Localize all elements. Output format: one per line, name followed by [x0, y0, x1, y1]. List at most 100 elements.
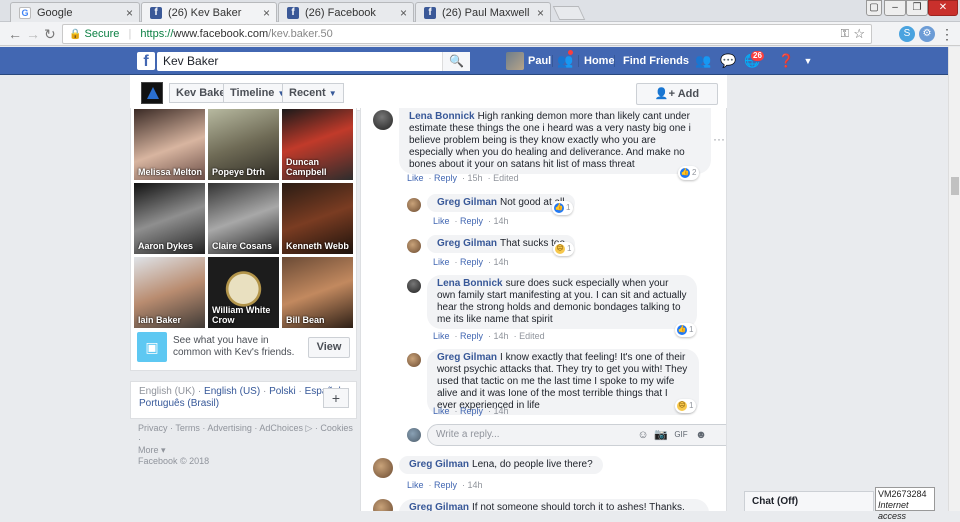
gif-icon[interactable]: GIF — [674, 428, 688, 442]
url-field[interactable]: 🔒 Secure | https://www.facebook.com/kev.… — [62, 24, 872, 44]
scrollbar-thumb[interactable] — [951, 177, 959, 195]
avatar[interactable] — [407, 239, 421, 253]
messenger-icon[interactable]: 💬 — [720, 53, 736, 69]
comment: Lena Bonnick sure does suck especially wh… — [407, 275, 717, 343]
reaction-count[interactable]: ☹ 1 — [553, 242, 575, 256]
friend-tile[interactable]: Melissa Melton — [134, 109, 205, 180]
like-reaction-icon: 👍 — [554, 202, 564, 213]
close-tab-icon[interactable]: × — [263, 3, 270, 22]
friend-tile[interactable]: Aaron Dykes — [134, 183, 205, 254]
restore-button[interactable]: ❐ — [906, 0, 928, 16]
avatar[interactable] — [407, 279, 421, 293]
chevron-down-icon[interactable]: ▼ — [800, 53, 816, 69]
friends-icon[interactable]: 👥 — [695, 53, 711, 69]
reply-link[interactable]: Reply — [460, 406, 483, 416]
avatar[interactable] — [407, 353, 421, 367]
search-icon[interactable]: 🔍 — [442, 52, 470, 71]
comment-author[interactable]: Lena Bonnick — [409, 111, 475, 122]
skype-extension-icon[interactable]: S — [899, 26, 915, 42]
reaction-count[interactable]: 👍 2 — [678, 166, 700, 180]
recent-dropdown[interactable]: Recent ▼ — [282, 83, 344, 103]
minimize-button[interactable]: – — [884, 0, 906, 16]
comment: Greg Gilman I know exactly that feeling! … — [407, 349, 717, 419]
comment-author[interactable]: Greg Gilman — [437, 197, 497, 208]
close-tab-icon[interactable]: × — [400, 3, 407, 22]
page-scrollbar[interactable] — [948, 47, 960, 511]
reply-link[interactable]: Reply — [460, 216, 483, 226]
comment-author[interactable]: Greg Gilman — [409, 502, 469, 511]
tab-paul-maxwell[interactable]: f (26) Paul Maxwell × — [415, 2, 551, 22]
new-tab-button[interactable] — [552, 6, 586, 20]
reaction-count[interactable]: 👍 1 — [552, 201, 574, 215]
sticker-icon[interactable]: ☻ — [694, 428, 708, 442]
like-link[interactable]: Like — [433, 406, 450, 416]
like-link[interactable]: Like — [433, 257, 450, 267]
comment: Lena Bonnick High ranking demon more than… — [373, 108, 718, 188]
avatar[interactable] — [373, 458, 393, 478]
reply-link[interactable]: Reply — [434, 173, 457, 183]
comment-author[interactable]: Greg Gilman — [437, 352, 497, 363]
more-options-icon[interactable]: ··· — [713, 132, 725, 146]
language-link[interactable]: Português (Brasil) — [139, 398, 219, 409]
emoji-icon[interactable]: ☺ — [636, 428, 650, 442]
like-link[interactable]: Like — [433, 216, 450, 226]
like-link[interactable]: Like — [407, 173, 424, 183]
footer-link[interactable]: Terms — [175, 423, 200, 433]
avatar[interactable] — [373, 499, 393, 511]
comment-author[interactable]: Greg Gilman — [437, 238, 497, 249]
language-link[interactable]: Polski — [269, 386, 296, 397]
nav-home[interactable]: Home — [584, 47, 615, 75]
profile-picture[interactable] — [141, 82, 163, 104]
profile-link[interactable]: Paul — [506, 47, 551, 75]
like-link[interactable]: Like — [407, 480, 424, 490]
footer-link[interactable]: Privacy — [138, 423, 168, 433]
footer-link[interactable]: Advertising — [207, 423, 252, 433]
reply-input[interactable]: Write a reply... ☺ 📷 GIF ☻ — [427, 424, 726, 446]
help-icon[interactable]: ❓ — [778, 53, 794, 69]
view-button[interactable]: View — [308, 337, 350, 358]
comment-author[interactable]: Greg Gilman — [409, 459, 469, 470]
comment-bubble: Greg Gilman Lena, do people live there? — [399, 456, 603, 474]
friend-tile[interactable]: William White Crow — [208, 257, 279, 328]
footer-link[interactable]: More — [138, 445, 159, 455]
language-link[interactable]: English (US) — [204, 386, 260, 397]
close-window-button[interactable]: ✕ — [928, 0, 958, 16]
facebook-logo-icon[interactable]: f — [137, 52, 155, 70]
avatar[interactable] — [373, 110, 393, 130]
add-language-button[interactable]: + — [323, 388, 349, 408]
like-link[interactable]: Like — [433, 331, 450, 341]
friend-tile[interactable]: Claire Cosans — [208, 183, 279, 254]
extension-icon[interactable]: ⚙ — [919, 26, 935, 42]
search-input[interactable]: Kev Baker 🔍 — [157, 52, 470, 71]
friend-tile[interactable]: Duncan Campbell — [282, 109, 353, 180]
back-icon[interactable]: ← — [8, 25, 22, 43]
add-friend-button[interactable]: 👤+ Add Friend — [636, 83, 718, 120]
close-tab-icon[interactable]: × — [126, 3, 133, 22]
tab-google[interactable]: G Google × — [10, 2, 140, 22]
forward-icon[interactable]: → — [26, 25, 40, 43]
reaction-count[interactable]: 👍 1 — [675, 323, 697, 337]
bookmark-star-icon[interactable]: ☆ — [853, 25, 865, 43]
user-icon[interactable]: ▢ — [866, 0, 882, 16]
reply-link[interactable]: Reply — [434, 480, 457, 490]
footer-link[interactable]: Cookies — [320, 423, 353, 433]
comment-author[interactable]: Lena Bonnick — [437, 278, 503, 289]
friend-tile[interactable]: Kenneth Webb — [282, 183, 353, 254]
reload-icon[interactable]: ↻ — [44, 25, 56, 43]
friend-tile[interactable]: Popeye Dtrh — [208, 109, 279, 180]
tab-facebook[interactable]: f (26) Facebook × — [278, 2, 414, 22]
close-tab-icon[interactable]: × — [537, 3, 544, 22]
chat-tab[interactable]: Chat (Off) — [744, 491, 874, 511]
nav-find-friends[interactable]: Find Friends — [623, 47, 689, 75]
reaction-count[interactable]: ☹ 1 — [675, 399, 697, 413]
camera-icon[interactable]: 📷 — [654, 428, 668, 442]
reply-link[interactable]: Reply — [460, 257, 483, 267]
browser-menu-icon[interactable]: ⋮ — [940, 26, 954, 42]
footer-link[interactable]: AdChoices — [259, 423, 303, 433]
reply-link[interactable]: Reply — [460, 331, 483, 341]
friend-tile[interactable]: Iain Baker — [134, 257, 205, 328]
key-icon[interactable]: ⚿ — [841, 25, 849, 43]
friend-tile[interactable]: Bill Bean — [282, 257, 353, 328]
tab-kev-baker[interactable]: f (26) Kev Baker × — [141, 2, 277, 22]
avatar[interactable] — [407, 198, 421, 212]
